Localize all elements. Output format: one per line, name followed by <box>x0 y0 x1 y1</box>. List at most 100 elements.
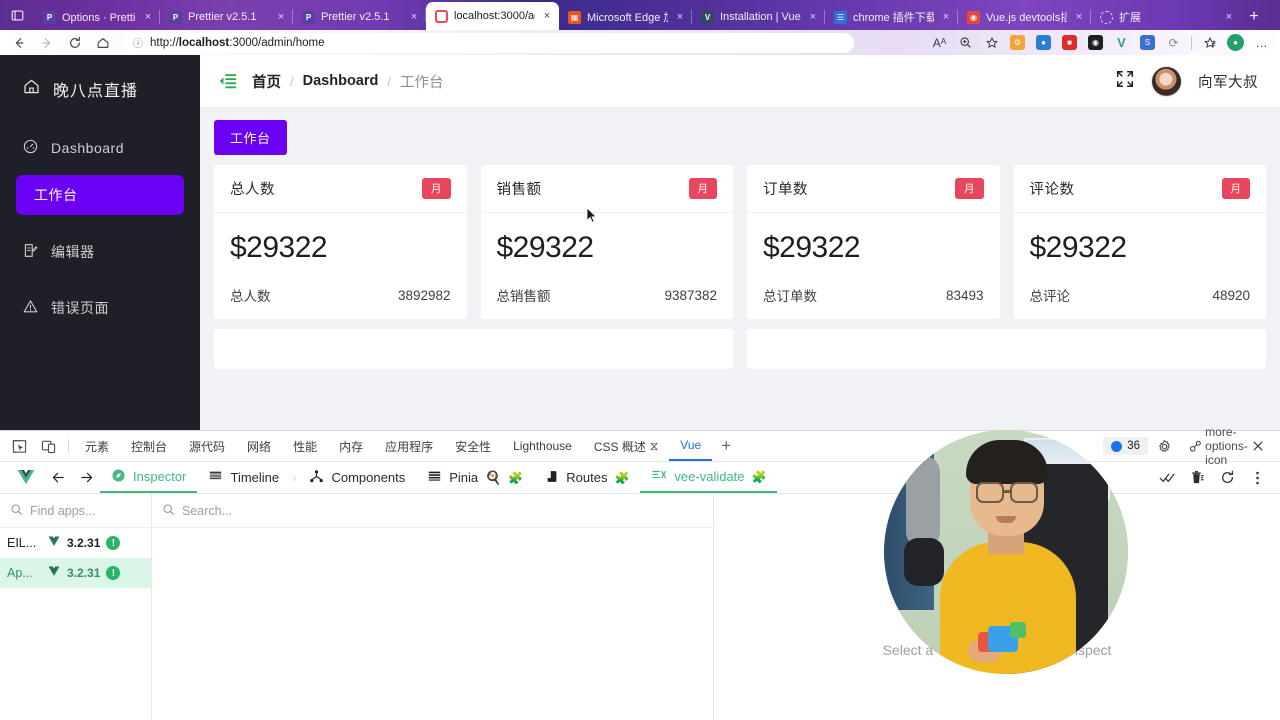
inspect-element-icon[interactable] <box>5 433 34 460</box>
vue-nav-inspector[interactable]: Inspector <box>100 462 198 493</box>
timeline-icon <box>208 469 223 486</box>
card-value: $29322 <box>763 231 861 264</box>
address-bar[interactable]: ⓘ http://localhost:3000/admin/home <box>124 32 854 53</box>
clear-icon[interactable] <box>1184 465 1210 491</box>
device-toolbar-icon[interactable] <box>34 433 63 460</box>
collections-icon[interactable] <box>1197 32 1222 54</box>
gear-icon[interactable] <box>1150 433 1179 460</box>
extension-icon-4[interactable]: V <box>1109 32 1134 54</box>
refresh-icon[interactable] <box>1214 465 1240 491</box>
browser-more-icon[interactable]: … <box>1249 32 1274 54</box>
tab-close-button[interactable]: × <box>541 10 553 22</box>
browser-tab-1[interactable]: P Prettier v2.5.1 × <box>159 4 293 30</box>
vue-logo-icon <box>47 536 61 550</box>
close-icon[interactable] <box>1243 433 1272 460</box>
browser-tab-5[interactable]: V Installation | Vue Devto × <box>691 4 825 30</box>
extension-icon-6[interactable]: ⟳ <box>1161 32 1186 54</box>
vue-nav-pinia[interactable]: Pinia 🍳 🧩 <box>416 462 534 493</box>
site-info-icon[interactable]: ⓘ <box>133 35 143 50</box>
vue-nav-timeline[interactable]: Timeline <box>197 462 290 493</box>
extension-icon-3[interactable]: ◉ <box>1083 32 1108 54</box>
tab-close-button[interactable]: × <box>1223 11 1235 23</box>
extension-icon-5[interactable]: S <box>1135 32 1160 54</box>
extension-icon-2[interactable]: ■ <box>1057 32 1082 54</box>
devtools-right-actions: 36 more-options-icon <box>1103 425 1280 467</box>
vue-nav-routes[interactable]: Routes 🧩 <box>534 462 640 493</box>
webcam-microphone <box>906 456 940 548</box>
breadcrumb-item-0[interactable]: 首页 <box>252 71 281 92</box>
devtools-add-tab-button[interactable]: + <box>712 432 740 460</box>
tab-close-button[interactable]: × <box>940 11 952 23</box>
stat-card-2: 订单数 月 $29322 总订单数 83493 <box>747 165 1000 319</box>
sidebar-subitem-workbench[interactable]: 工作台 <box>16 175 184 215</box>
fullscreen-icon[interactable] <box>1115 69 1135 94</box>
inspector-icon <box>111 468 126 486</box>
vue-back-button[interactable] <box>44 464 72 492</box>
select-all-icon[interactable] <box>1154 465 1180 491</box>
vue-nav-components[interactable]: Components <box>298 462 416 493</box>
tab-close-button[interactable]: × <box>408 11 420 23</box>
zoom-icon[interactable] <box>953 32 978 54</box>
tree-search[interactable]: Search... <box>152 494 713 528</box>
tab-close-button[interactable]: × <box>674 11 686 23</box>
breadcrumb-item-1[interactable]: Dashboard <box>303 73 379 89</box>
devtools-tab-vue[interactable]: Vue <box>669 431 713 461</box>
vue-forward-button[interactable] <box>72 464 100 492</box>
tab-close-button[interactable]: × <box>1073 11 1085 23</box>
user-avatar[interactable] <box>1151 65 1182 97</box>
new-tab-button[interactable]: + <box>1241 4 1267 30</box>
vue-nav-vee-validate[interactable]: vee-validate 🧩 <box>640 462 778 493</box>
devtools-tab-network[interactable]: 网络 <box>236 431 282 461</box>
avatar: ● <box>1227 34 1244 51</box>
card-header: 总人数 月 <box>214 165 467 213</box>
card-footer: 总人数 3892982 <box>230 285 451 305</box>
app-main: 首页 / Dashboard / 工作台 向军大叔 工作台 总人数 月 $293… <box>200 55 1280 430</box>
mouse-cursor <box>586 207 598 224</box>
profile-avatar[interactable]: ● <box>1223 32 1248 54</box>
app-list-item-0[interactable]: EIL... 3.2.31 ! <box>0 528 151 558</box>
extension-icon-0[interactable]: ⚙ <box>1005 32 1030 54</box>
tab-title: Installation | Vue Devto <box>720 11 801 23</box>
tab-close-button[interactable]: × <box>142 11 154 23</box>
browser-tab-4[interactable]: ▦ Microsoft Edge 加载项 × <box>558 4 692 30</box>
browser-tab-7[interactable]: ◉ Vue.js devtools插件_V × <box>957 4 1091 30</box>
reload-button[interactable] <box>62 32 88 54</box>
sidebar-brand[interactable]: 晚八点直播 <box>0 55 200 101</box>
browser-tab-0[interactable]: P Options · Prettier 中文 × <box>34 4 160 30</box>
forward-button[interactable] <box>34 32 60 54</box>
sidebar-item-dashboard[interactable]: Dashboard <box>0 129 200 167</box>
more-vertical-icon[interactable] <box>1244 465 1270 491</box>
devtools-tab-lighthouse[interactable]: Lighthouse <box>502 431 583 461</box>
more-options-icon[interactable]: more-options-icon <box>1205 425 1248 467</box>
browser-tab-3[interactable]: localhost:3000/admin/h × <box>425 2 559 30</box>
read-aloud-icon[interactable]: Aᴬ <box>927 32 952 54</box>
sidebar-item-editor[interactable]: 编辑器 <box>0 233 200 271</box>
home-button[interactable] <box>90 32 116 54</box>
devtools-tab-elements[interactable]: 元素 <box>74 431 120 461</box>
devtools-tab-console[interactable]: 控制台 <box>120 431 178 461</box>
card-body: $29322 总订单数 83493 <box>747 213 1000 319</box>
browser-tab-2[interactable]: P Prettier v2.5.1 × <box>292 4 426 30</box>
webcam-overlay <box>884 430 1128 674</box>
devtools-tab-sources[interactable]: 源代码 <box>178 431 236 461</box>
find-apps-search[interactable]: Find apps... <box>0 494 151 528</box>
devtools-tab-memory[interactable]: 内存 <box>328 431 374 461</box>
devtools-tab-performance[interactable]: 性能 <box>282 431 328 461</box>
tab-close-button[interactable]: × <box>807 11 819 23</box>
tab-close-button[interactable]: × <box>275 11 287 23</box>
back-button[interactable] <box>6 32 32 54</box>
page-tab-workbench[interactable]: 工作台 <box>214 120 287 155</box>
app-list-item-1[interactable]: Ap... 3.2.31 ! <box>0 558 151 588</box>
tab-favicon: ▦ <box>568 10 581 24</box>
devtools-tab-application[interactable]: 应用程序 <box>374 431 444 461</box>
browser-tab-6[interactable]: ☰ chrome 插件下载_百度 × <box>824 4 958 30</box>
extension-icon-1[interactable]: ● <box>1031 32 1056 54</box>
devtools-tab-security[interactable]: 安全性 <box>444 431 502 461</box>
sidebar-item-error-page[interactable]: 错误页面 <box>0 289 200 327</box>
add-favorite-icon[interactable] <box>979 32 1004 54</box>
browser-tab-8[interactable]: 扩展 × <box>1090 4 1241 30</box>
devtools-tab-css-overview[interactable]: CSS 概述 ⧖ <box>583 431 669 461</box>
collapse-menu-icon[interactable] <box>218 71 238 91</box>
tab-title: Microsoft Edge 加载项 <box>587 12 668 24</box>
tab-search-icon[interactable] <box>0 0 34 30</box>
